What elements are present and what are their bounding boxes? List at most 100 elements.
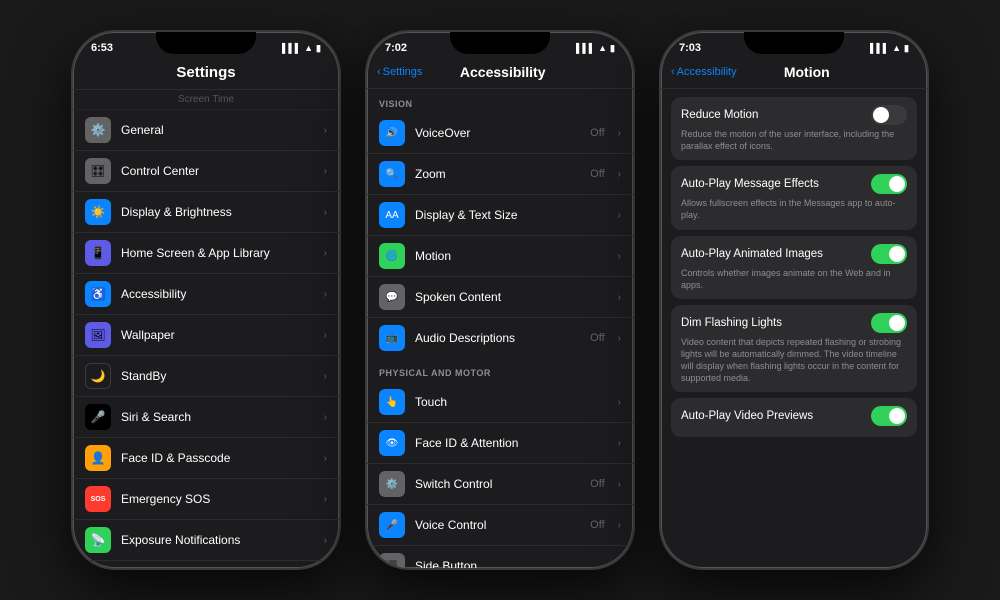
back-chevron-2: ‹ [377,66,381,78]
acc-value-zoom: Off [590,168,604,180]
toggle-switch-autoplay-images[interactable] [871,244,907,264]
settings-item-display[interactable]: ☀️ Display & Brightness › [73,192,339,233]
acc-item-spoken[interactable]: 💬 Spoken Content › [367,277,633,318]
acc-icon-motion: 🌀 [379,243,405,269]
phone-1-settings: 6:53 ▌▌▌ ▲ ▮ Settings Screen Time ⚙️ Gen… [71,30,341,570]
settings-item-exposure[interactable]: 📡 Exposure Notifications › [73,520,339,561]
acc-item-switch[interactable]: ⚙️ Switch Control Off › [367,464,633,505]
notch-1 [156,32,256,54]
settings-item-siri[interactable]: 🎤 Siri & Search › [73,397,339,438]
settings-chevron-faceid: › [324,453,327,464]
battery-icon-3: ▮ [904,43,909,54]
acc-item-zoom[interactable]: 🔍 Zoom Off › [367,154,633,195]
toggle-desc-autoplay-images: Controls whether images animate on the W… [681,267,907,291]
acc-chevron-zoom: › [618,169,621,180]
acc-label-touch: Touch [415,395,608,409]
time-2: 7:02 [385,42,407,54]
phone-2-accessibility: 7:02 ▌▌▌ ▲ ▮ ‹ Settings Accessibility VI… [365,30,635,570]
settings-label-exposure: Exposure Notifications [121,533,314,547]
acc-chevron-spoken: › [618,292,621,303]
settings-item-home-screen[interactable]: 📱 Home Screen & App Library › [73,233,339,274]
toggle-switch-autoplay-video[interactable] [871,406,907,426]
acc-label-side-btn: Side Button [415,559,608,568]
acc-icon-side-btn: ⬛ [379,553,405,568]
signal-icon-3: ▌▌▌ [870,43,889,53]
acc-item-display-text[interactable]: AA Display & Text Size › [367,195,633,236]
acc-value-audio-desc: Off [590,332,604,344]
status-icons-1: ▌▌▌ ▲ ▮ [282,43,321,54]
settings-chevron-control-center: › [324,166,327,177]
accessibility-list: VISION 🔊 VoiceOver Off › 🔍 Zoom Off › AA… [367,89,633,568]
settings-item-wallpaper[interactable]: 🖼 Wallpaper › [73,315,339,356]
wifi-icon-3: ▲ [892,43,901,53]
settings-label-faceid: Face ID & Passcode [121,451,314,465]
settings-label-siri: Siri & Search [121,410,314,424]
acc-icon-spoken: 💬 [379,284,405,310]
acc-item-audio-desc[interactable]: 📺 Audio Descriptions Off › [367,318,633,358]
toggle-card-autoplay-video: Auto-Play Video Previews [671,398,917,437]
settings-item-faceid[interactable]: 👤 Face ID & Passcode › [73,438,339,479]
acc-icon-display-text: AA [379,202,405,228]
acc-item-voiceover[interactable]: 🔊 VoiceOver Off › [367,113,633,154]
status-icons-3: ▌▌▌ ▲ ▮ [870,43,909,54]
back-button-3[interactable]: ‹ Accessibility [671,66,737,78]
accessibility-nav: ‹ Settings Accessibility [367,60,633,89]
vision-items: 🔊 VoiceOver Off › 🔍 Zoom Off › AA Displa… [367,113,633,358]
settings-icon-emergency: SOS [85,486,111,512]
toggle-header-autoplay-video: Auto-Play Video Previews [681,406,907,426]
motion-nav: ‹ Accessibility Motion [661,60,927,89]
settings-list: Screen Time ⚙️ General › 🎛 Control Cente… [73,90,339,568]
acc-item-faceid-attn[interactable]: 👁 Face ID & Attention › [367,423,633,464]
settings-label-standby: StandBy [121,369,314,383]
settings-icon-home-screen: 📱 [85,240,111,266]
acc-label-zoom: Zoom [415,167,580,181]
acc-chevron-faceid-attn: › [618,438,621,449]
settings-icon-exposure: 📡 [85,527,111,553]
settings-chevron-accessibility: › [324,289,327,300]
settings-item-battery[interactable]: 🔋 Battery › [73,561,339,568]
toggle-card-dim-flashing: Dim Flashing Lights Video content that d… [671,305,917,393]
acc-chevron-voice-ctrl: › [618,520,621,531]
settings-items-container: ⚙️ General › 🎛 Control Center › ☀️ Displ… [73,110,339,568]
settings-item-accessibility[interactable]: ♿ Accessibility › [73,274,339,315]
physical-items: 👆 Touch › 👁 Face ID & Attention › ⚙️ Swi… [367,382,633,568]
acc-item-side-btn[interactable]: ⬛ Side Button › [367,546,633,568]
settings-label-home-screen: Home Screen & App Library [121,246,314,260]
toggle-switch-dim-flashing[interactable] [871,313,907,333]
settings-chevron-exposure: › [324,535,327,546]
settings-icon-display: ☀️ [85,199,111,225]
time-3: 7:03 [679,42,701,54]
toggle-card-autoplay-messages: Auto-Play Message Effects Allows fullscr… [671,166,917,229]
acc-icon-zoom: 🔍 [379,161,405,187]
notch-3 [744,32,844,54]
toggle-card-autoplay-images: Auto-Play Animated Images Controls wheth… [671,236,917,299]
notch-2 [450,32,550,54]
toggle-desc-dim-flashing: Video content that depicts repeated flas… [681,336,907,385]
settings-item-general[interactable]: ⚙️ General › [73,110,339,151]
settings-item-control-center[interactable]: 🎛 Control Center › [73,151,339,192]
settings-chevron-standby: › [324,371,327,382]
acc-label-audio-desc: Audio Descriptions [415,331,580,345]
settings-chevron-display: › [324,207,327,218]
time-1: 6:53 [91,42,113,54]
acc-item-motion[interactable]: 🌀 Motion › [367,236,633,277]
back-button-2[interactable]: ‹ Settings [377,66,422,78]
settings-label-accessibility: Accessibility [121,287,314,301]
acc-label-voice-ctrl: Voice Control [415,518,580,532]
settings-icon-wallpaper: 🖼 [85,322,111,348]
settings-item-emergency[interactable]: SOS Emergency SOS › [73,479,339,520]
toggle-header-reduce-motion: Reduce Motion [681,105,907,125]
toggle-card-reduce-motion: Reduce Motion Reduce the motion of the u… [671,97,917,160]
toggle-header-autoplay-messages: Auto-Play Message Effects [681,174,907,194]
toggle-switch-reduce-motion[interactable] [871,105,907,125]
acc-item-touch[interactable]: 👆 Touch › [367,382,633,423]
acc-item-voice-ctrl[interactable]: 🎤 Voice Control Off › [367,505,633,546]
battery-icon-1: ▮ [316,43,321,54]
screen-content-3: ‹ Accessibility Motion Reduce Motion Red… [661,60,927,568]
status-icons-2: ▌▌▌ ▲ ▮ [576,43,615,54]
settings-scroll-hint: Screen Time [73,90,339,110]
toggle-switch-autoplay-messages[interactable] [871,174,907,194]
settings-item-standby[interactable]: 🌙 StandBy › [73,356,339,397]
settings-chevron-wallpaper: › [324,330,327,341]
battery-icon-2: ▮ [610,43,615,54]
